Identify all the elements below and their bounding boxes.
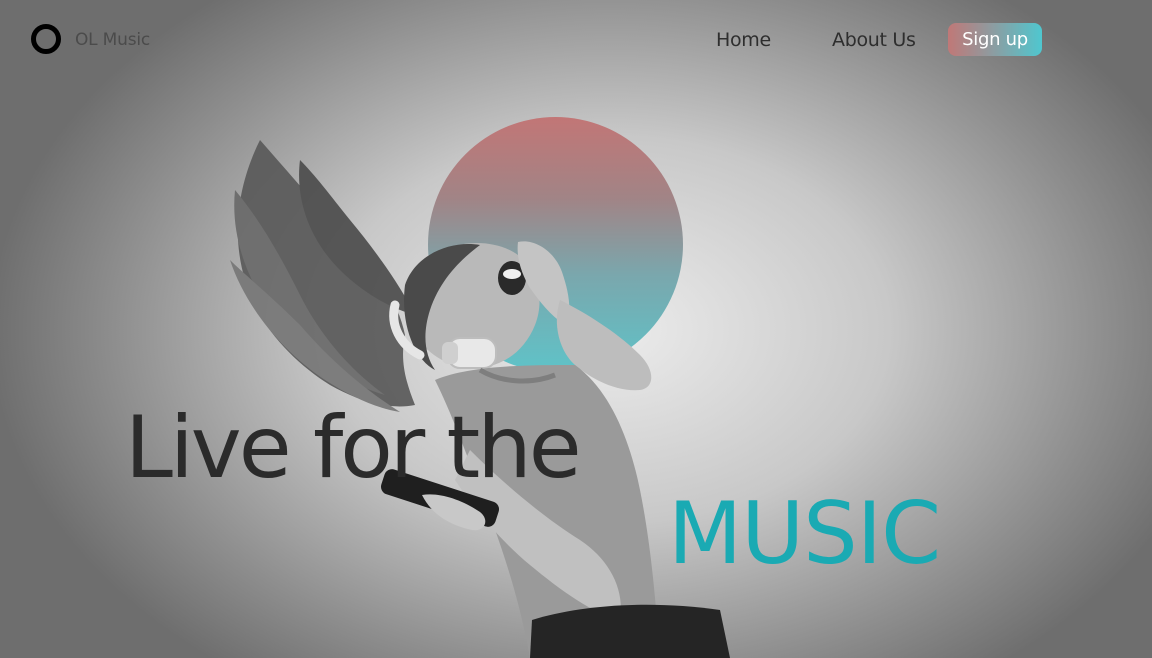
nav-link-about-us[interactable]: About Us <box>832 29 916 51</box>
sign-up-button[interactable]: Sign up <box>948 23 1042 56</box>
brand-name[interactable]: OL Music <box>75 30 150 50</box>
logo-ring-icon[interactable] <box>31 24 61 54</box>
hero-headline: Live for the <box>125 398 582 498</box>
nav-link-home[interactable]: Home <box>716 29 771 51</box>
hero-accent-word: MUSIC <box>668 484 941 584</box>
navbar: OL Music Home About Us Sign up <box>0 0 1152 80</box>
hair-shape <box>230 140 415 412</box>
